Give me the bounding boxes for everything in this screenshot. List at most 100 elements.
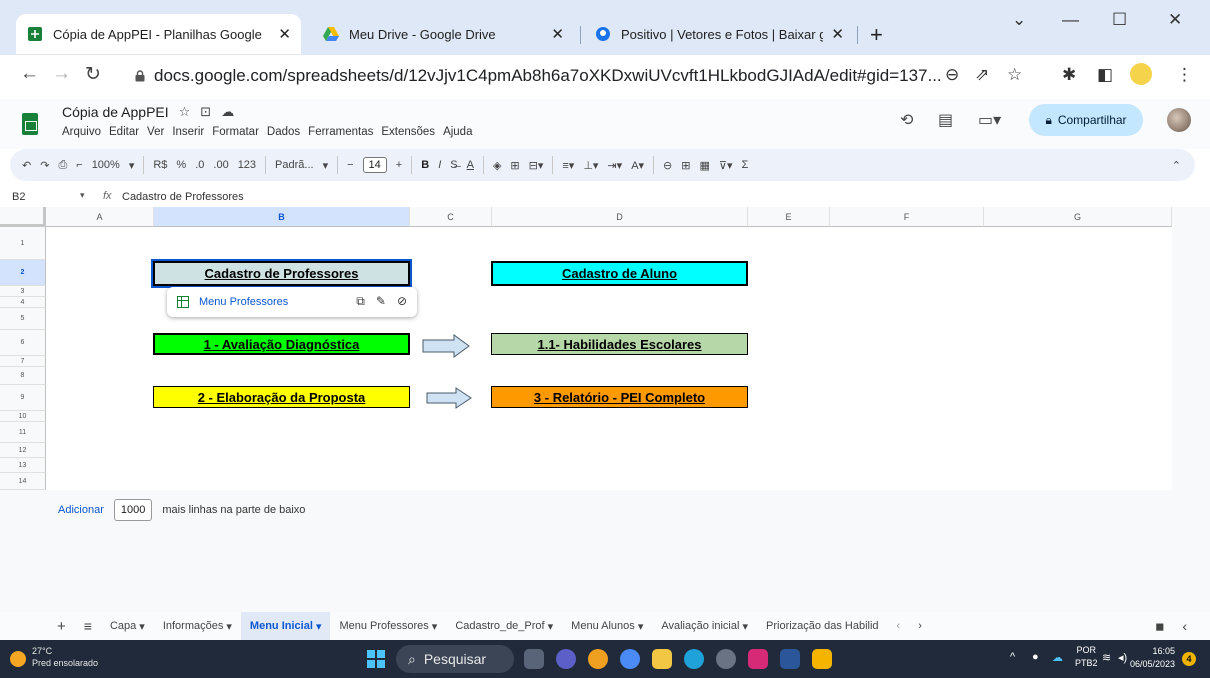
menu-formatar[interactable]: Formatar bbox=[212, 126, 259, 138]
row-header-2[interactable]: 2 bbox=[0, 260, 46, 286]
task-view-icon[interactable] bbox=[524, 649, 544, 669]
sheet-tab-menu-professores[interactable]: Menu Professores ▾ bbox=[330, 612, 446, 640]
bold-button[interactable]: B bbox=[421, 159, 429, 171]
add-sheet-icon[interactable]: + bbox=[48, 612, 75, 640]
column-header-b[interactable]: B bbox=[154, 207, 410, 227]
weather-widget[interactable]: 27°C Pred ensolarado bbox=[32, 645, 98, 669]
chevron-down-icon[interactable]: ▾ bbox=[323, 159, 329, 172]
font-size-decrease-icon[interactable]: − bbox=[347, 159, 353, 171]
row-header-9[interactable]: 9 bbox=[0, 385, 46, 411]
teams-icon[interactable] bbox=[556, 649, 576, 669]
chevron-down-icon[interactable]: ▾ bbox=[129, 159, 135, 172]
cell-habilidades-escolares[interactable]: 1.1- Habilidades Escolares bbox=[491, 333, 748, 355]
menu-arquivo[interactable]: Arquivo bbox=[62, 126, 101, 138]
menu-ajuda[interactable]: Ajuda bbox=[443, 126, 472, 138]
clock[interactable]: 16:05 06/05/2023 bbox=[1130, 645, 1175, 671]
cell-cadastro-professores[interactable]: Cadastro de Professores bbox=[151, 259, 412, 288]
minimize-icon[interactable]: — bbox=[1062, 10, 1079, 30]
number-format-button[interactable]: 123 bbox=[238, 159, 256, 171]
sheet-tab-menu-inicial[interactable]: Menu Inicial ▾ bbox=[240, 612, 331, 640]
sheet-tab-priorizacao[interactable]: Priorização das Habilid bbox=[757, 612, 888, 640]
add-rows-count-input[interactable]: 1000 bbox=[113, 499, 153, 521]
new-tab-icon[interactable]: + bbox=[870, 22, 883, 48]
share-button[interactable]: 🔒︎ Compartilhar bbox=[1029, 104, 1143, 136]
row-header-3[interactable]: 3 bbox=[0, 286, 46, 297]
sheet-tab-capa[interactable]: Capa ▾ bbox=[101, 612, 154, 640]
row-header-10[interactable]: 10 bbox=[0, 411, 46, 422]
column-header-a[interactable]: A bbox=[46, 207, 154, 227]
strikethrough-icon[interactable]: S̶ bbox=[450, 159, 457, 171]
text-wrap-icon[interactable]: ⇥▾ bbox=[607, 159, 622, 172]
tab-positivo[interactable]: Positivo | Vetores e Fotos | Baixar gr ✕ bbox=[584, 14, 854, 54]
collapse-toolbar-icon[interactable]: ⌃ bbox=[1172, 159, 1181, 172]
zoom-icon[interactable]: ⊖ bbox=[945, 65, 959, 85]
close-tab-icon[interactable]: ✕ bbox=[551, 25, 564, 43]
cell-avaliacao-diagnostica[interactable]: 1 - Avaliação Diagnóstica bbox=[153, 333, 410, 355]
functions-icon[interactable]: Σ bbox=[741, 159, 748, 171]
edit-link-icon[interactable]: ✎ bbox=[376, 294, 386, 309]
windows-start-icon[interactable] bbox=[367, 650, 385, 668]
row-header-4[interactable]: 4 bbox=[0, 297, 46, 308]
fill-color-icon[interactable]: ◈ bbox=[493, 159, 501, 172]
tray-app-icon[interactable]: ● bbox=[1032, 651, 1039, 663]
extensions-icon[interactable]: ✱ bbox=[1062, 65, 1076, 85]
tray-overflow-icon[interactable]: ^ bbox=[1010, 651, 1015, 663]
borders-icon[interactable]: ⊞ bbox=[510, 159, 519, 172]
tab-drive[interactable]: Meu Drive - Google Drive ✕ bbox=[312, 14, 574, 54]
tab-planilhas[interactable]: Cópia de AppPEI - Planilhas Google ✕ bbox=[16, 14, 301, 54]
language-indicator[interactable]: POR PTB2 bbox=[1075, 644, 1098, 670]
copy-link-icon[interactable]: ⧉ bbox=[356, 294, 365, 309]
menu-editar[interactable]: Editar bbox=[109, 126, 139, 138]
decrease-decimal-button[interactable]: .0 bbox=[195, 159, 204, 171]
bookmark-star-icon[interactable]: ☆ bbox=[1007, 65, 1022, 85]
row-header-12[interactable]: 12 bbox=[0, 443, 46, 458]
row-header-8[interactable]: 8 bbox=[0, 367, 46, 385]
maximize-icon[interactable]: ☐ bbox=[1112, 10, 1127, 30]
font-size-input[interactable]: 14 bbox=[362, 157, 387, 173]
menu-extensoes[interactable]: Extensões bbox=[381, 126, 435, 138]
close-tab-icon[interactable]: ✕ bbox=[831, 25, 844, 43]
notification-badge[interactable]: 4 bbox=[1182, 652, 1196, 666]
doc-title[interactable]: Cópia de AppPEI bbox=[62, 104, 169, 120]
horizontal-align-icon[interactable]: ≡▾ bbox=[562, 159, 574, 172]
paint-format-icon[interactable]: ⌐ bbox=[76, 159, 82, 171]
star-icon[interactable]: ☆ bbox=[179, 104, 191, 120]
row-header-1[interactable]: 1 bbox=[0, 227, 46, 260]
add-rows-button[interactable]: Adicionar bbox=[58, 504, 104, 516]
window-close-icon[interactable]: ✕ bbox=[1168, 10, 1182, 30]
chevron-down-icon[interactable]: ▾ bbox=[80, 190, 85, 201]
forward-icon[interactable]: → bbox=[52, 63, 71, 85]
volume-icon[interactable]: ◂) bbox=[1118, 651, 1127, 664]
weather-sun-icon[interactable] bbox=[10, 651, 26, 667]
menu-inserir[interactable]: Inserir bbox=[172, 126, 204, 138]
text-color-icon[interactable]: A bbox=[467, 159, 474, 171]
menu-dados[interactable]: Dados bbox=[267, 126, 300, 138]
cell-relatorio-pei[interactable]: 3 - Relatório - PEI Completo bbox=[491, 386, 748, 408]
sheet-tab-avaliacao-inicial[interactable]: Avaliação inicial ▾ bbox=[652, 612, 757, 640]
insert-link-icon[interactable]: ⊖ bbox=[663, 159, 672, 172]
text-rotation-icon[interactable]: A▾ bbox=[631, 159, 644, 172]
comments-icon[interactable]: ▤ bbox=[938, 110, 953, 130]
zoom-select[interactable]: 100% bbox=[92, 159, 120, 171]
menu-ver[interactable]: Ver bbox=[147, 126, 164, 138]
insert-comment-icon[interactable]: ⊞ bbox=[681, 159, 690, 172]
row-header-6[interactable]: 6 bbox=[0, 330, 46, 356]
chrome-icon[interactable] bbox=[588, 649, 608, 669]
instagram-icon[interactable] bbox=[748, 649, 768, 669]
insert-chart-icon[interactable]: ▦ bbox=[699, 159, 709, 172]
settings-gear-icon[interactable] bbox=[716, 649, 736, 669]
side-panel-toggle-icon[interactable]: ‹ bbox=[1173, 612, 1196, 640]
cloud-status-icon[interactable]: ☁ bbox=[221, 104, 234, 120]
history-icon[interactable]: ⟲ bbox=[900, 110, 913, 130]
app-icon[interactable] bbox=[812, 649, 832, 669]
row-header-13[interactable]: 13 bbox=[0, 458, 46, 473]
column-header-d[interactable]: D bbox=[492, 207, 748, 227]
share-page-icon[interactable]: ⇗ bbox=[975, 65, 989, 85]
print-icon[interactable]: ⎙ bbox=[58, 159, 67, 172]
italic-button[interactable]: I bbox=[438, 159, 441, 171]
file-explorer-icon[interactable] bbox=[652, 649, 672, 669]
name-box[interactable]: B2 bbox=[12, 191, 25, 203]
row-header-5[interactable]: 5 bbox=[0, 308, 46, 330]
column-header-g[interactable]: G bbox=[984, 207, 1172, 227]
cell-elaboracao-proposta[interactable]: 2 - Elaboração da Proposta bbox=[153, 386, 410, 408]
